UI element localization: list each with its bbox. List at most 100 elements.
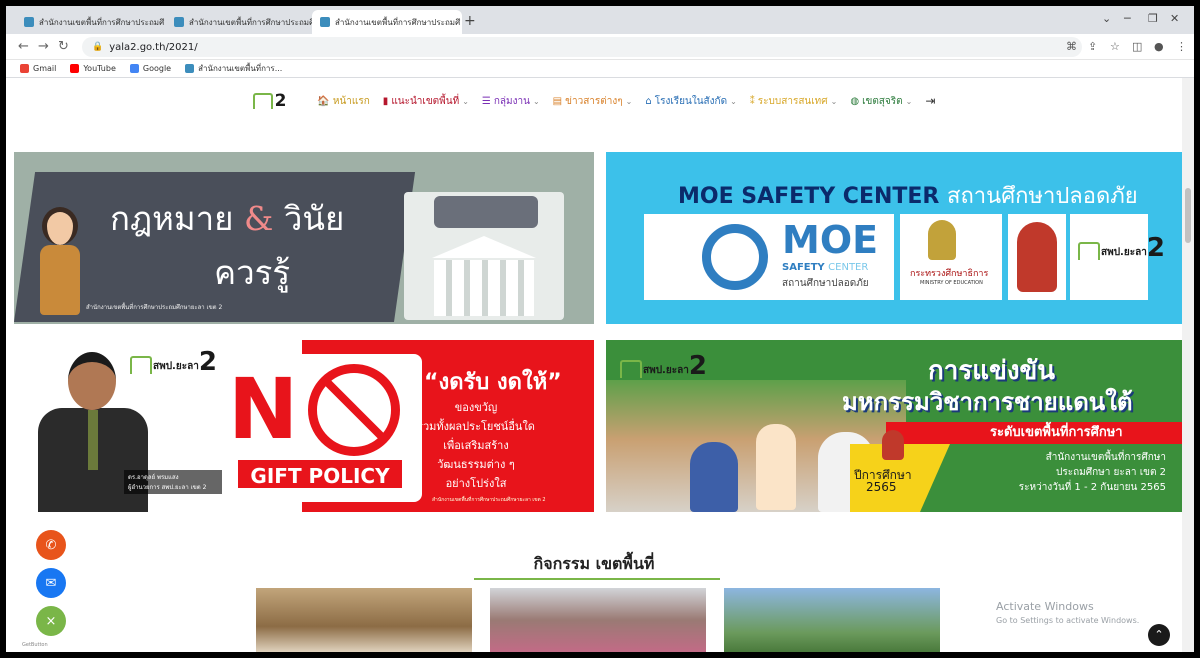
reload-icon[interactable]: ↻ xyxy=(58,39,69,54)
nav-schools[interactable]: ⌂ โรงเรียนในสังกัด ⌄ xyxy=(645,94,736,109)
nav-info-systems[interactable]: ⁑ ระบบสารสนเทศ ⌄ xyxy=(750,94,838,109)
banner-moe-title-en: MOE SAFETY CENTER xyxy=(678,184,940,209)
bookmark-label: YouTube xyxy=(83,64,116,73)
nav-groups[interactable]: ☰ กลุ่มงาน ⌄ xyxy=(482,94,540,109)
nav-home[interactable]: 🏠 หน้าแรก xyxy=(317,94,369,109)
banner-academic-contest[interactable]: สพป.ยะลา 2 การแข่งขัน มหกรรมวิชาการชายแด… xyxy=(606,340,1182,512)
moe-logo-text: MOE xyxy=(782,218,879,262)
moe-house-icon xyxy=(702,224,768,290)
google-icon xyxy=(129,64,139,73)
bookmarks-bar: Gmail YouTube Google สำนักงานเขตพื้นที่ก… xyxy=(6,60,1194,78)
tab-1[interactable]: สำนักงานเขตพื้นที่การศึกษาประถมศึ × xyxy=(16,10,166,34)
side-panel-icon[interactable]: ◫ xyxy=(1132,40,1142,53)
site-favicon-icon xyxy=(174,17,184,27)
activity-photo[interactable] xyxy=(256,588,472,652)
courthouse-illustration xyxy=(404,192,564,320)
nav-login[interactable]: ⇥ xyxy=(925,94,935,108)
phone-contact-button[interactable]: ✆ xyxy=(36,530,66,560)
lock-icon: 🔒 xyxy=(92,42,104,52)
home-icon: 🏠 xyxy=(317,95,330,107)
logo-house-icon xyxy=(1078,242,1100,260)
banner-no-gift-policy[interactable]: สพป.ยะลา 2 ดร.อาดุลย์ พรมแสง ผู้อำนวยการ… xyxy=(14,340,594,512)
browser-window: สำนักงานเขตพื้นที่การศึกษาประถมศึ × สำนั… xyxy=(6,6,1194,652)
no-gift-line: เพื่อเสริมสร้าง xyxy=(443,439,509,452)
no-gift-footer: สำนักงานเขตพื้นที่การศึกษาประถมศึกษายะลา… xyxy=(432,497,546,503)
back-icon[interactable]: ← xyxy=(18,39,29,54)
bookmark-label: Google xyxy=(142,64,172,73)
minimize-icon[interactable]: ─ xyxy=(1124,12,1131,25)
scrollbar-thumb[interactable] xyxy=(1185,188,1191,243)
nav-label: แนะนำเขตพื้นที่ xyxy=(391,95,460,107)
page-scrollbar[interactable] xyxy=(1182,78,1194,652)
no-gift-line: อย่างโปร่งใส xyxy=(445,477,507,490)
close-floating-button[interactable]: × xyxy=(36,606,66,636)
scroll-to-top-button[interactable]: ⌃ xyxy=(1148,624,1170,646)
nav-label: ข่าวสารต่างๆ xyxy=(565,95,623,107)
bookmark-google[interactable]: Google xyxy=(129,64,172,73)
banner-law-footer: สำนักงานเขตพื้นที่การศึกษาประถมศึกษายะลา… xyxy=(86,304,223,311)
yala2-logo: สพป.ยะลา 2 xyxy=(620,353,707,379)
bookmark-star-icon[interactable]: ☆ xyxy=(1110,40,1120,53)
yala2-logo: สพป.ยะลา 2 xyxy=(1078,235,1165,261)
book-icon: ▮ xyxy=(382,95,389,107)
activity-photo[interactable] xyxy=(724,588,940,652)
network-icon: ⁑ xyxy=(749,95,755,107)
nav-about[interactable]: ▮ แนะนำเขตพื้นที่ ⌄ xyxy=(383,94,469,109)
new-tab-button[interactable]: + xyxy=(464,13,476,29)
profile-icon[interactable]: ● xyxy=(1154,40,1164,53)
bookmark-youtube[interactable]: YouTube xyxy=(70,64,116,73)
site-logo[interactable]: 2 xyxy=(252,91,287,111)
bookmark-office[interactable]: สำนักงานเขตพื้นที่การ... xyxy=(185,62,282,75)
messenger-button[interactable]: ✉ xyxy=(36,568,66,598)
banner-law-subtitle: ควรรู้ xyxy=(214,253,291,292)
menu-icon[interactable]: ⋮ xyxy=(1176,40,1187,53)
director-nameplate: ดร.อาดุลย์ พรมแสง ผู้อำนวยการ สพป.ยะลา เ… xyxy=(124,470,224,494)
youtube-icon xyxy=(70,64,80,73)
activity-photo[interactable] xyxy=(490,588,706,652)
nav-integrity[interactable]: ◍ เขตสุจริต ⌄ xyxy=(850,94,912,109)
section-divider xyxy=(474,578,720,580)
student-figure xyxy=(756,424,796,510)
address-bar[interactable]: 🔒 yala2.go.th/2021/ xyxy=(82,37,1082,57)
nav-label: เขตสุจริต xyxy=(862,95,903,107)
bookmark-gmail[interactable]: Gmail xyxy=(20,64,56,73)
banner-law-title-part1: กฎหมาย xyxy=(110,199,234,238)
no-gift-prohibited-icon xyxy=(308,364,400,456)
restore-icon[interactable]: ❐ xyxy=(1148,12,1158,25)
logo-number: 2 xyxy=(274,91,287,111)
no-gift-letter-n: N xyxy=(228,360,299,458)
forward-icon[interactable]: → xyxy=(38,39,49,54)
chevron-down-icon: ⌄ xyxy=(625,96,633,106)
contest-year: 2565 xyxy=(866,480,897,494)
banner-law-title: กฎหมาย & วินัย xyxy=(110,192,344,245)
tab-2[interactable]: สำนักงานเขตพื้นที่การศึกษาประถมศึ × xyxy=(166,10,316,34)
translate-icon[interactable]: ⌘ xyxy=(1066,40,1077,53)
ministry-seal-icon xyxy=(928,220,956,260)
newspaper-icon: ▤ xyxy=(552,95,563,107)
chevron-down-icon: ⌄ xyxy=(532,96,540,106)
close-window-icon[interactable]: ✕ xyxy=(1170,12,1179,25)
gmail-icon xyxy=(20,64,29,73)
share-icon[interactable]: ⇪ xyxy=(1088,40,1097,53)
nav-news[interactable]: ▤ ข่าวสารต่างๆ ⌄ xyxy=(553,94,633,109)
contest-level: ระดับเขตพื้นที่การศึกษา xyxy=(990,425,1123,440)
tab-3-active[interactable]: สำนักงานเขตพื้นที่การศึกษาประถมศึ × xyxy=(312,10,462,34)
royal-crest-icon xyxy=(882,430,904,460)
banner-moe-safety-center[interactable]: MOE SAFETY CENTER สถานศึกษาปลอดภัย MOE S… xyxy=(606,152,1182,324)
moe-center-text: CENTER xyxy=(828,262,869,273)
site-favicon-icon xyxy=(320,17,330,27)
tab-search-icon[interactable]: ⌄ xyxy=(1102,12,1111,25)
ministry-name-th: กระทรวงศึกษาธิการ xyxy=(910,269,989,279)
no-gift-line: ของขวัญ xyxy=(454,401,498,414)
nav-label: หน้าแรก xyxy=(332,95,370,107)
nav-label: ระบบสารสนเทศ xyxy=(757,95,828,107)
contest-info-line: สำนักงานเขตพื้นที่การศึกษา xyxy=(1045,452,1166,463)
moe-safety-text: SAFETY xyxy=(782,262,825,273)
list-icon: ☰ xyxy=(481,95,491,107)
contest-info-line: ประถมศึกษา ยะลา เขต 2 xyxy=(1056,467,1166,478)
banner-law-knowledge[interactable]: กฎหมาย & วินัย ควรรู้ สำนักงานเขตพื้นที่… xyxy=(14,152,594,324)
director-name: ดร.อาดุลย์ พรมแสง xyxy=(128,474,179,481)
contest-info: สำนักงานเขตพื้นที่การศึกษา ประถมศึกษา ยะ… xyxy=(966,450,1166,495)
login-icon: ⇥ xyxy=(925,94,936,108)
banner-moe-title-th: สถานศึกษาปลอดภัย xyxy=(947,184,1138,209)
